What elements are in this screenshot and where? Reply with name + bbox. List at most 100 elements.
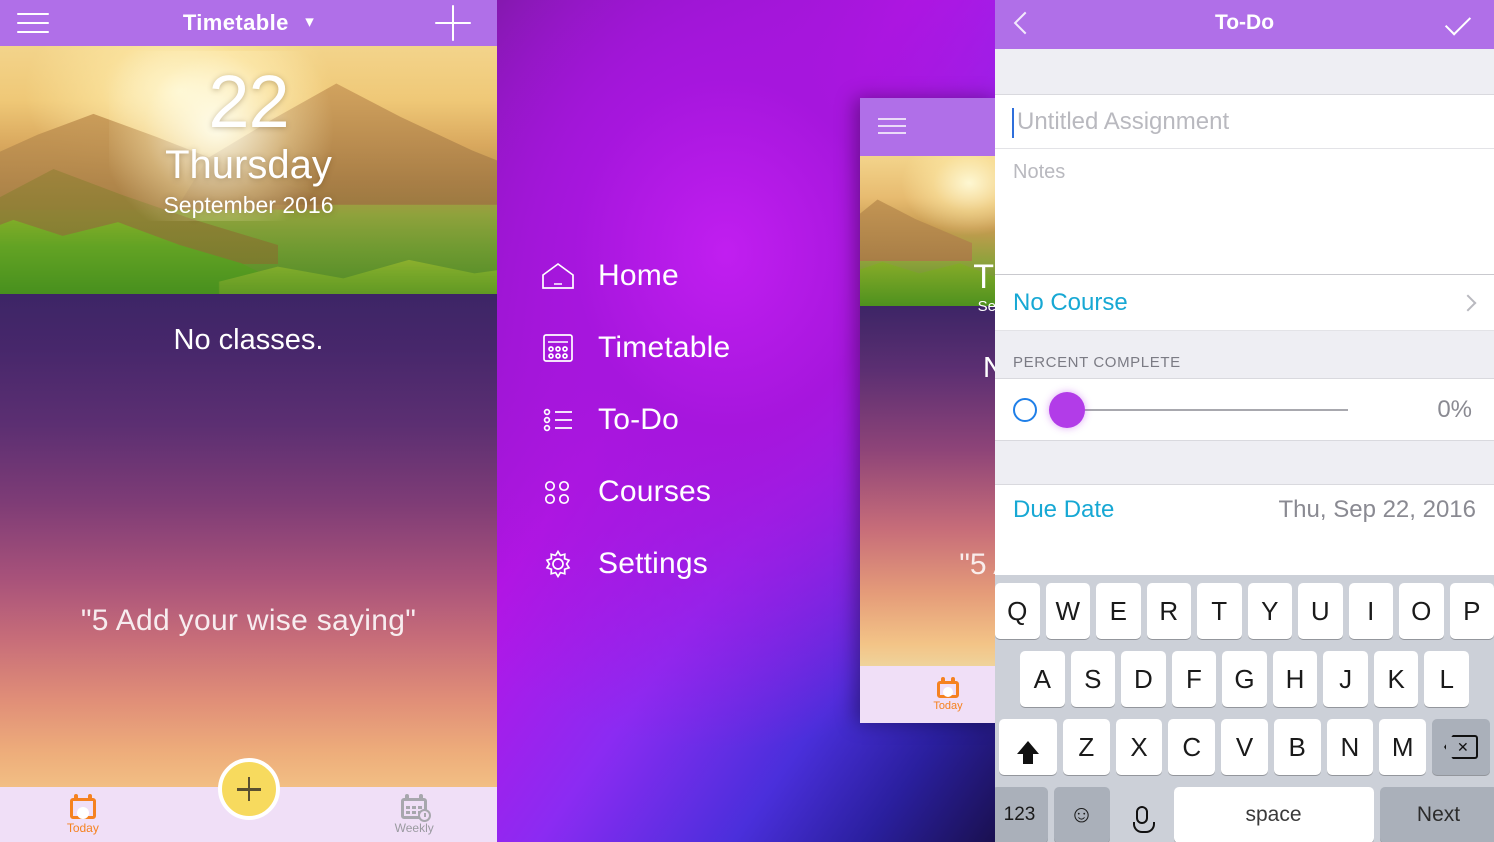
due-date-row[interactable]: Due Date Thu, Sep 22, 2016	[995, 485, 1494, 535]
key-t[interactable]: T	[1197, 583, 1242, 639]
hamburger-icon	[878, 118, 906, 134]
key-z[interactable]: Z	[1062, 719, 1110, 775]
three-panel-screenshot: Timetable ▾ 22 Thursday September 2016 N…	[0, 0, 1494, 842]
weekday-name: Thursday	[165, 143, 332, 188]
return-next-key[interactable]: Next	[1379, 787, 1494, 842]
percent-complete-section-header: PERCENT COMPLETE	[995, 331, 1494, 379]
backspace-icon[interactable]: ✕	[1432, 719, 1491, 775]
percent-complete-row: 0%	[995, 379, 1494, 441]
preview-body	[860, 306, 995, 666]
tab-today[interactable]: ✓ Today	[0, 787, 166, 842]
wise-saying-quote[interactable]: "5 Add your wise saying"	[0, 604, 497, 638]
text-caret	[1012, 108, 1014, 138]
preview-quote-fragment: "5 Add y	[959, 548, 995, 581]
four-circles-icon	[540, 474, 584, 510]
key-j[interactable]: J	[1323, 651, 1368, 707]
space-key[interactable]: space	[1173, 787, 1374, 842]
complete-toggle-circle[interactable]	[1013, 397, 1037, 422]
gear-icon	[540, 546, 584, 582]
timetable-home-panel: Timetable ▾ 22 Thursday September 2016 N…	[0, 0, 497, 842]
key-u[interactable]: U	[1298, 583, 1343, 639]
preview-navbar	[860, 98, 995, 156]
notes-input-placeholder: Notes	[1013, 161, 1066, 183]
due-date-label: Due Date	[1013, 496, 1115, 523]
title-input-placeholder: Untitled Assignment	[1017, 107, 1230, 135]
navigation-drawer-panel: Home Timetable To-Do Courses Settings T …	[497, 0, 995, 842]
notes-field-row[interactable]: Notes	[995, 149, 1494, 275]
title-field-row[interactable]: Untitled Assignment	[995, 95, 1494, 149]
key-h[interactable]: H	[1272, 651, 1318, 707]
home-navbar: Timetable ▾	[0, 0, 497, 46]
section-spacer	[995, 441, 1494, 485]
key-l[interactable]: L	[1424, 651, 1470, 707]
key-o[interactable]: O	[1399, 583, 1444, 639]
preview-month-fragment: Se	[977, 298, 995, 315]
grid-table-icon	[540, 330, 584, 366]
slider-line	[1067, 408, 1348, 411]
course-select-row[interactable]: No Course	[995, 275, 1494, 331]
key-r[interactable]: R	[1146, 583, 1191, 639]
key-x[interactable]: X	[1115, 719, 1163, 775]
tab-today-label: Today	[66, 821, 99, 835]
key-n[interactable]: N	[1326, 719, 1374, 775]
key-p[interactable]: P	[1449, 583, 1494, 639]
key-k[interactable]: K	[1373, 651, 1419, 707]
preview-tab-bar: ✓ Today	[860, 666, 995, 723]
shift-up-arrow-icon[interactable]	[998, 719, 1057, 775]
top-spacer	[995, 49, 1494, 95]
key-v[interactable]: V	[1221, 719, 1268, 775]
calendar-check-icon: ✓	[936, 677, 959, 698]
calendar-clock-icon	[401, 794, 432, 822]
month-year: September 2016	[163, 192, 334, 219]
key-i[interactable]: I	[1348, 583, 1393, 639]
smiley-face-icon[interactable]: ☺	[1053, 787, 1110, 842]
plus-icon[interactable]	[435, 5, 471, 41]
key-f[interactable]: F	[1171, 651, 1217, 707]
key-g[interactable]: G	[1222, 651, 1267, 707]
pushed-home-preview[interactable]: T Se N "5 Add y ✓ Today	[860, 98, 995, 723]
keyboard-row-4: 123 ☺ space Next	[995, 787, 1494, 842]
course-select-label: No Course	[1013, 288, 1128, 316]
tab-weekly[interactable]: Weekly	[331, 787, 497, 842]
sidebar-item-courses-label: Courses	[598, 475, 712, 508]
chevron-right-icon	[1459, 294, 1477, 311]
add-fab-button[interactable]	[217, 758, 280, 820]
percent-slider-track[interactable]	[1049, 391, 1416, 428]
preview-tab-label: Today	[933, 700, 963, 712]
chevron-down-icon: ▾	[305, 12, 315, 31]
home-icon	[540, 258, 584, 294]
checklist-icon	[540, 402, 584, 438]
slider-thumb[interactable]	[1049, 391, 1085, 428]
key-y[interactable]: Y	[1247, 583, 1292, 639]
preview-weekday-fragment: T	[973, 258, 994, 296]
key-m[interactable]: M	[1379, 719, 1427, 775]
keyboard-row-3: Z X C V B N M ✕	[995, 719, 1494, 775]
on-screen-keyboard: Q W E R T Y U I O P A S D F G H J K L Z …	[995, 575, 1494, 842]
sidebar-item-timetable-label: Timetable	[598, 331, 731, 364]
keyboard-row-1: Q W E R T Y U I O P	[995, 583, 1494, 639]
key-e[interactable]: E	[1096, 583, 1141, 639]
key-c[interactable]: C	[1168, 719, 1216, 775]
tab-weekly-label: Weekly	[394, 821, 434, 835]
key-q[interactable]: Q	[995, 583, 1040, 639]
sidebar-item-settings-label: Settings	[598, 547, 708, 580]
day-number: 22	[208, 60, 289, 143]
due-date-value: Thu, Sep 22, 2016	[1278, 496, 1476, 523]
nav-title-text: Timetable	[182, 10, 289, 35]
empty-state-text: No classes.	[173, 324, 324, 356]
todo-navbar: To-Do	[995, 0, 1494, 49]
key-d[interactable]: D	[1121, 651, 1166, 707]
key-w[interactable]: W	[1045, 583, 1090, 639]
todo-page-title: To-Do	[1214, 11, 1275, 34]
date-display: 22 Thursday September 2016	[0, 60, 497, 219]
preview-tab-today: ✓ Today	[933, 677, 963, 712]
microphone-icon[interactable]	[1115, 787, 1168, 842]
numbers-key[interactable]: 123	[995, 787, 1048, 842]
key-b[interactable]: B	[1273, 719, 1321, 775]
todo-editor-panel: To-Do Untitled Assignment Notes No Cours…	[995, 0, 1494, 842]
page-title[interactable]: Timetable ▾	[0, 10, 497, 36]
key-s[interactable]: S	[1070, 651, 1116, 707]
checkmark-icon[interactable]	[1444, 12, 1474, 36]
key-a[interactable]: A	[1019, 651, 1065, 707]
percent-value: 0%	[1437, 395, 1472, 423]
